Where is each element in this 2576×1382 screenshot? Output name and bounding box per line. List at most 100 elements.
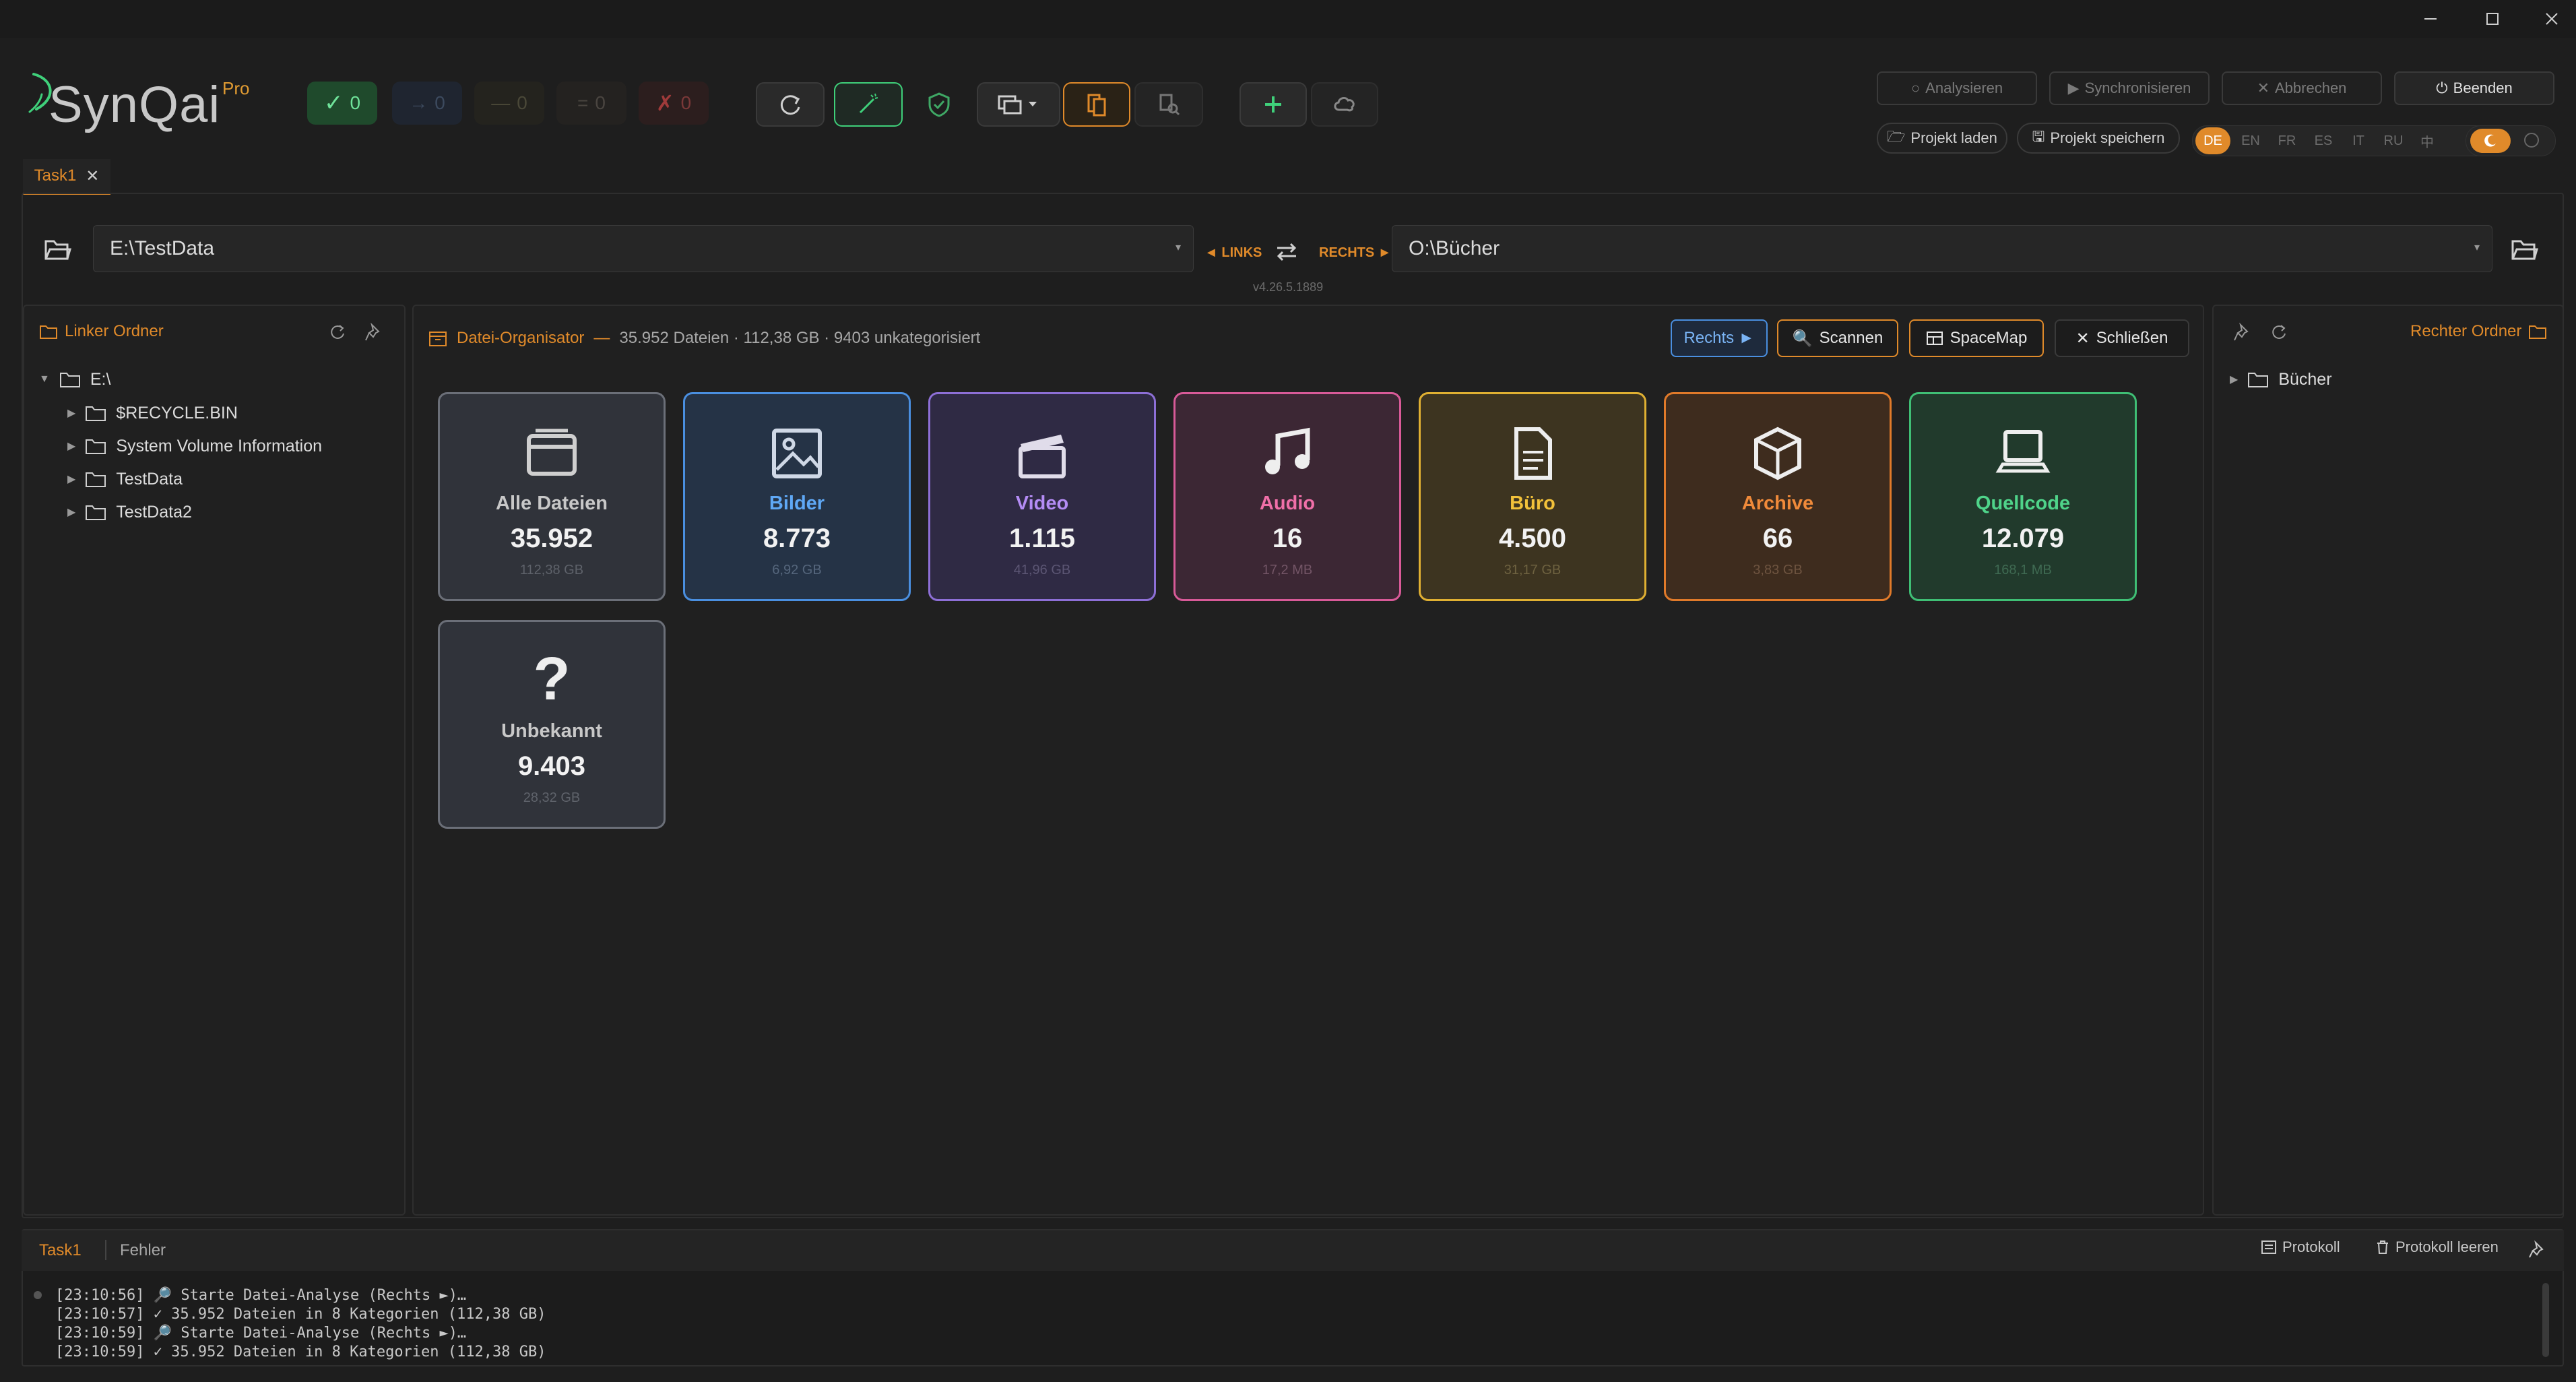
status-ok[interactable]: ✓ 0 [307, 82, 377, 125]
lang-es[interactable]: ES [2306, 126, 2341, 156]
category-name: Alle Dateien [496, 493, 608, 514]
folder-icon [2248, 373, 2269, 387]
category-card-unknown[interactable]: ? Unbekannt 9.403 28,32 GB [438, 620, 666, 829]
expand-right-icon[interactable]: ▶ [67, 505, 75, 519]
check-icon: ✓ [323, 90, 344, 116]
category-size: 41,96 GB [1013, 563, 1071, 577]
status-dash[interactable]: — 0 [474, 82, 544, 125]
save-icon: 🖫 [2032, 128, 2045, 145]
theme-toggle[interactable] [2466, 125, 2556, 156]
side-select-button[interactable]: Rechts ► [1671, 319, 1768, 357]
close-tab-icon[interactable]: ✕ [86, 166, 99, 186]
tab-task1[interactable]: Task1 ✕ [23, 159, 110, 195]
tree-item-label: E:\ [90, 369, 111, 389]
lang-it[interactable]: IT [2341, 126, 2376, 156]
organizer-header: Datei-Organisator — 35.952 Dateien · 112… [428, 329, 980, 348]
version-label: v4.26.5.1889 [1253, 280, 1324, 294]
pin-icon[interactable] [2527, 1240, 2546, 1259]
save-project-button[interactable]: 🖫 Projekt speichern [2017, 123, 2180, 154]
category-name: Archive [1741, 493, 1814, 514]
left-folder-open-button[interactable] [43, 236, 73, 263]
moon-icon [2470, 129, 2511, 153]
right-folder-open-button[interactable] [2510, 236, 2540, 263]
scan-button[interactable]: 🔍 Scannen [1777, 319, 1898, 357]
category-size: 31,17 GB [1504, 563, 1561, 577]
lang-zh[interactable]: 中 [2410, 126, 2445, 156]
status-equal[interactable]: = 0 [556, 82, 626, 125]
expand-right-icon[interactable]: ▶ [67, 439, 75, 453]
quit-label: Beenden [2453, 80, 2513, 96]
tree-item[interactable]: ▶ TestData [67, 466, 183, 493]
category-card-audio[interactable]: Audio 16 17,2 MB [1173, 392, 1401, 601]
minimize-button[interactable] [2398, 0, 2463, 38]
lang-ru[interactable]: RU [2376, 126, 2411, 156]
copy-mode-dropdown[interactable] [977, 82, 1060, 127]
right-side-label: RECHTS ► [1319, 245, 1392, 260]
log-tab-errors[interactable]: Fehler [120, 1241, 166, 1260]
cancel-button[interactable]: ✕ Abbrechen [2222, 71, 2382, 105]
question-icon: ? [533, 646, 571, 713]
log-tab-task1[interactable]: Task1 [39, 1241, 82, 1260]
analyze-label: Analysieren [1925, 80, 2003, 96]
load-project-button[interactable]: 🗁 Projekt laden [1877, 123, 2007, 154]
category-card-images[interactable]: Bilder 8.773 6,92 GB [683, 392, 911, 601]
left-path-input[interactable]: E:\TestData ▾ [93, 225, 1194, 272]
tree-root[interactable]: ▼ E:\ [39, 366, 110, 393]
pin-icon[interactable] [364, 322, 384, 342]
app-edition: Pro [222, 78, 250, 98]
expand-down-icon[interactable]: ▼ [39, 373, 50, 385]
spacemap-button[interactable]: SpaceMap [1909, 319, 2044, 357]
category-count: 66 [1762, 524, 1793, 553]
category-card-sourcecode[interactable]: Quellcode 12.079 168,1 MB [1909, 392, 2137, 601]
compare-button[interactable] [1063, 82, 1130, 127]
expand-right-icon[interactable]: ▶ [67, 472, 75, 486]
wand-button[interactable] [834, 82, 903, 127]
category-card-video[interactable]: Video 1.115 41,96 GB [928, 392, 1156, 601]
language-selector[interactable]: DE EN FR ES IT RU 中 [2192, 125, 2491, 156]
lang-de[interactable]: DE [2195, 127, 2230, 154]
cloud-button[interactable] [1311, 82, 1378, 127]
title-bar [0, 0, 2576, 38]
analyze-button[interactable]: ○ Analysieren [1877, 71, 2037, 105]
expand-right-icon[interactable]: ▶ [67, 406, 75, 420]
chevron-down-icon: ▾ [1175, 242, 1181, 253]
add-task-button[interactable] [1239, 82, 1307, 127]
category-card-office[interactable]: Büro 4.500 31,17 GB [1419, 392, 1646, 601]
quit-button[interactable]: ⏻ Beenden [2394, 71, 2554, 105]
folder-files-icon [527, 429, 577, 476]
category-card-all[interactable]: Alle Dateien 35.952 112,38 GB [438, 392, 666, 601]
category-size: 17,2 MB [1262, 563, 1313, 577]
refresh-icon[interactable] [2269, 322, 2289, 342]
status-error[interactable]: ✗ 0 [639, 82, 709, 125]
tree-item[interactable]: ▶ Bücher [2230, 366, 2332, 393]
refresh-icon[interactable] [327, 322, 348, 342]
category-card-archive[interactable]: Archive 66 3,83 GB [1664, 392, 1892, 601]
refresh-button[interactable] [756, 82, 825, 127]
category-size: 3,83 GB [1753, 563, 1803, 577]
pin-icon[interactable] [2232, 322, 2253, 342]
folder-icon [59, 373, 80, 387]
protocol-button[interactable]: Protokoll [2261, 1238, 2340, 1256]
sync-button[interactable]: ▶ Synchronisieren [2049, 71, 2210, 105]
folder-open-icon [2511, 240, 2538, 260]
status-right[interactable]: → 0 [392, 82, 462, 125]
expand-right-icon[interactable]: ▶ [2230, 373, 2238, 386]
log-line: [23:10:56] 🔎 Starte Datei-Analyse (Recht… [55, 1287, 467, 1304]
swap-paths-button[interactable] [1273, 239, 1300, 265]
close-window-button[interactable] [2519, 0, 2576, 38]
tab-task1-label: Task1 [34, 166, 77, 185]
tree-item[interactable]: ▶ TestData2 [67, 499, 192, 526]
log-scrollbar[interactable] [2542, 1283, 2549, 1357]
circle-icon: ○ [1910, 80, 1921, 96]
clear-log-button[interactable]: Protokoll leeren [2375, 1238, 2499, 1256]
close-organizer-button[interactable]: ✕ Schließen [2055, 319, 2189, 357]
category-count: 16 [1272, 524, 1303, 553]
lang-fr[interactable]: FR [2269, 126, 2305, 156]
lang-en[interactable]: EN [2233, 126, 2268, 156]
find-button[interactable] [1134, 82, 1203, 127]
tree-item[interactable]: ▶ $RECYCLE.BIN [67, 400, 238, 427]
right-path-input[interactable]: O:\Bücher ▾ [1392, 225, 2492, 272]
shield-button[interactable] [907, 82, 971, 127]
tree-item[interactable]: ▶ System Volume Information [67, 433, 322, 460]
maximize-button[interactable] [2460, 0, 2525, 38]
